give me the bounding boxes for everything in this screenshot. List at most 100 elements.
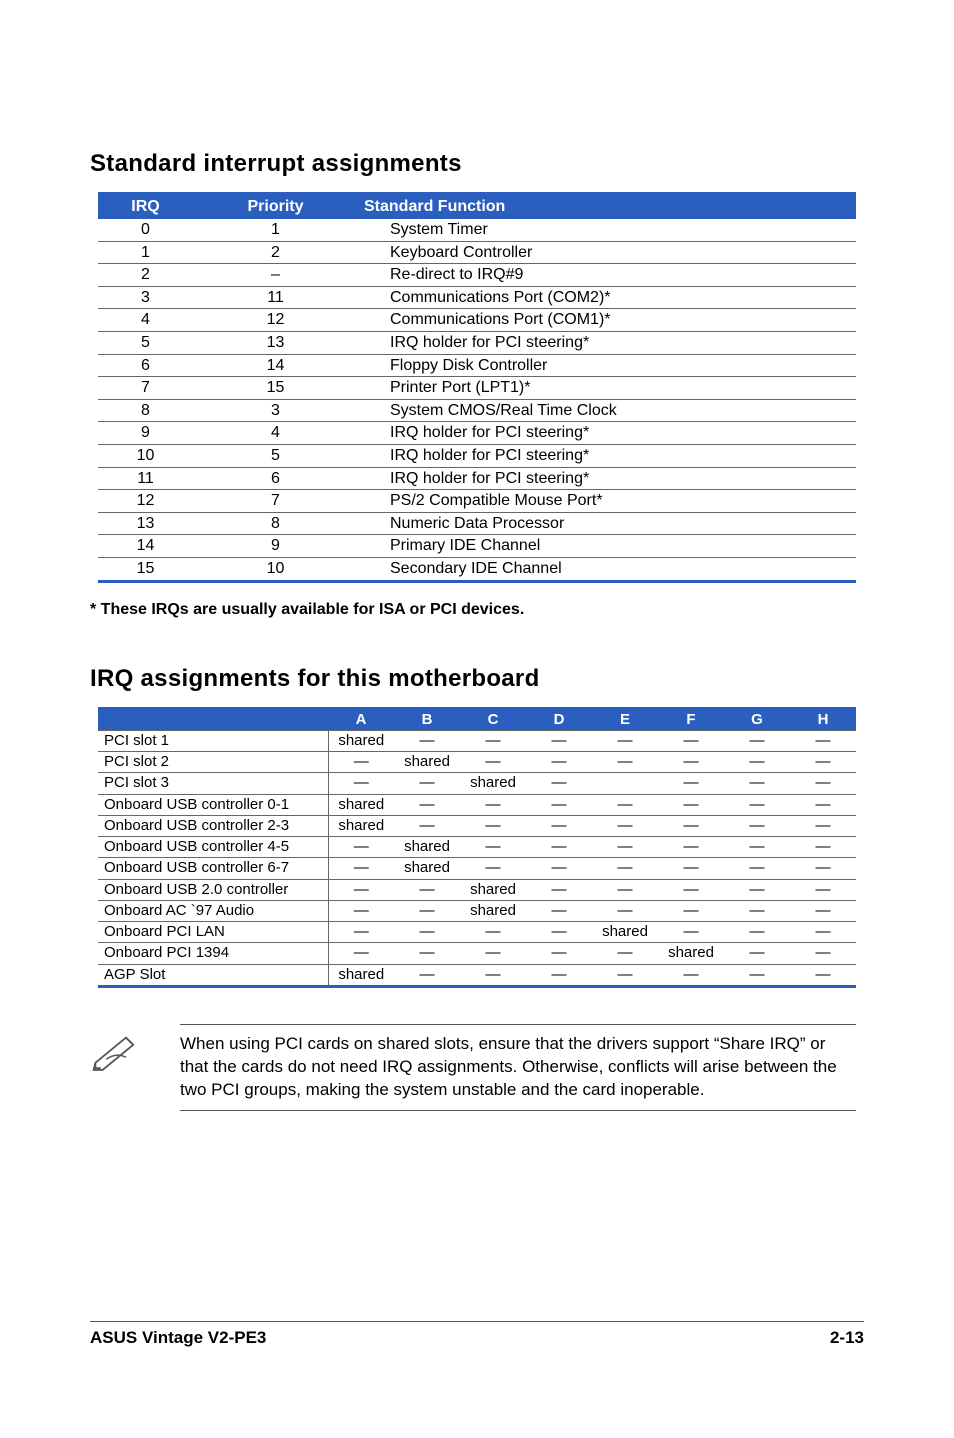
t1-cell-function: IRQ holder for PCI steering* (358, 467, 856, 490)
t2-cell: shared (460, 773, 526, 794)
table-row: 1510Secondary IDE Channel (98, 557, 856, 579)
t2-cell: — (592, 837, 658, 858)
table-row: Onboard PCI 1394—————shared—— (98, 943, 856, 964)
table-row: 138Numeric Data Processor (98, 512, 856, 535)
table-row: AGP Slotshared——————— (98, 964, 856, 985)
table-row: 715Printer Port (LPT1)* (98, 377, 856, 400)
t1-cell-irq: 3 (98, 286, 193, 309)
t1-cell-priority: 13 (193, 331, 358, 354)
t2-cell: — (394, 900, 460, 921)
t1-cell-priority: 9 (193, 535, 358, 558)
t2-cell: — (328, 752, 394, 773)
t2-row-label: PCI slot 2 (98, 752, 328, 773)
t2-cell: — (658, 752, 724, 773)
table-row: PCI slot 1shared——————— (98, 730, 856, 751)
t2-cell: — (526, 964, 592, 985)
t2-cell: shared (394, 858, 460, 879)
t2-cell: — (526, 858, 592, 879)
t2-header-col: G (724, 710, 790, 731)
t2-cell: — (394, 794, 460, 815)
standard-irq-table: IRQ Priority Standard Function 01System … (98, 192, 856, 583)
t1-cell-priority: 5 (193, 444, 358, 467)
table-row: Onboard USB 2.0 controller——shared————— (98, 879, 856, 900)
t2-cell: — (394, 879, 460, 900)
t2-cell: — (724, 879, 790, 900)
t2-cell: — (658, 773, 724, 794)
irq-footnote: * These IRQs are usually available for I… (90, 601, 864, 619)
t1-cell-function: Keyboard Controller (358, 241, 856, 264)
t2-cell: — (790, 773, 856, 794)
t2-cell: — (724, 794, 790, 815)
t2-cell: — (460, 752, 526, 773)
t2-row-label: Onboard USB controller 2-3 (98, 815, 328, 836)
t2-cell: — (724, 964, 790, 985)
t2-cell: — (724, 900, 790, 921)
t2-cell: — (328, 922, 394, 943)
t1-cell-priority: 8 (193, 512, 358, 535)
t2-cell: — (658, 858, 724, 879)
t2-cell: shared (460, 900, 526, 921)
t2-cell: — (592, 815, 658, 836)
t2-header-col: E (592, 710, 658, 731)
t2-cell: — (460, 837, 526, 858)
table-row: Onboard AC `97 Audio——shared————— (98, 900, 856, 921)
t2-row-label: PCI slot 3 (98, 773, 328, 794)
table-row: PCI slot 2—shared—————— (98, 752, 856, 773)
t2-cell: — (790, 964, 856, 985)
t1-header-irq: IRQ (98, 195, 193, 219)
t2-cell: — (526, 730, 592, 751)
table-row: 94IRQ holder for PCI steering* (98, 422, 856, 445)
t2-row-label: Onboard USB controller 4-5 (98, 837, 328, 858)
t2-cell: — (724, 922, 790, 943)
t2-cell: — (592, 964, 658, 985)
t2-cell: — (658, 815, 724, 836)
t2-cell: — (526, 879, 592, 900)
t2-cell: — (724, 858, 790, 879)
t2-cell: — (592, 794, 658, 815)
t1-header-function: Standard Function (358, 195, 856, 219)
page-footer: ASUS Vintage V2-PE3 2-13 (90, 1321, 864, 1348)
t2-cell: — (790, 879, 856, 900)
t2-cell: — (526, 815, 592, 836)
t2-cell: shared (394, 837, 460, 858)
table-row: Onboard USB controller 4-5—shared—————— (98, 837, 856, 858)
t2-cell: — (658, 922, 724, 943)
t1-cell-priority: 7 (193, 490, 358, 513)
t2-cell: — (658, 879, 724, 900)
t2-row-label: Onboard AC `97 Audio (98, 900, 328, 921)
t2-cell: — (592, 730, 658, 751)
t2-cell: shared (328, 730, 394, 751)
footer-product: ASUS Vintage V2-PE3 (90, 1328, 266, 1348)
t2-cell: — (658, 730, 724, 751)
t2-cell: shared (460, 879, 526, 900)
t2-cell: shared (328, 794, 394, 815)
t2-cell: — (460, 858, 526, 879)
t2-cell: — (658, 964, 724, 985)
t2-cell: — (526, 943, 592, 964)
t2-cell: — (790, 794, 856, 815)
t1-cell-function: Communications Port (COM1)* (358, 309, 856, 332)
t2-cell: — (526, 794, 592, 815)
t2-cell: — (526, 752, 592, 773)
t2-cell: — (460, 922, 526, 943)
t2-cell: — (328, 858, 394, 879)
t2-cell: — (724, 773, 790, 794)
t2-cell: shared (658, 943, 724, 964)
table-row: 127PS/2 Compatible Mouse Port* (98, 490, 856, 513)
t2-header-col: D (526, 710, 592, 731)
t2-cell: — (790, 858, 856, 879)
t1-cell-function: PS/2 Compatible Mouse Port* (358, 490, 856, 513)
heading-irq-motherboard: IRQ assignments for this motherboard (90, 665, 864, 693)
t2-header-blank (98, 710, 328, 731)
table-row: 83System CMOS/Real Time Clock (98, 399, 856, 422)
t1-cell-function: System CMOS/Real Time Clock (358, 399, 856, 422)
table-row: 614Floppy Disk Controller (98, 354, 856, 377)
motherboard-irq-table: ABCDEFGH PCI slot 1shared———————PCI slot… (98, 707, 856, 988)
t1-cell-function: IRQ holder for PCI steering* (358, 331, 856, 354)
t1-cell-irq: 1 (98, 241, 193, 264)
t1-cell-irq: 6 (98, 354, 193, 377)
t2-cell: — (526, 922, 592, 943)
note-box: When using PCI cards on shared slots, en… (90, 1024, 856, 1111)
t1-cell-irq: 15 (98, 557, 193, 579)
t1-cell-function: Printer Port (LPT1)* (358, 377, 856, 400)
